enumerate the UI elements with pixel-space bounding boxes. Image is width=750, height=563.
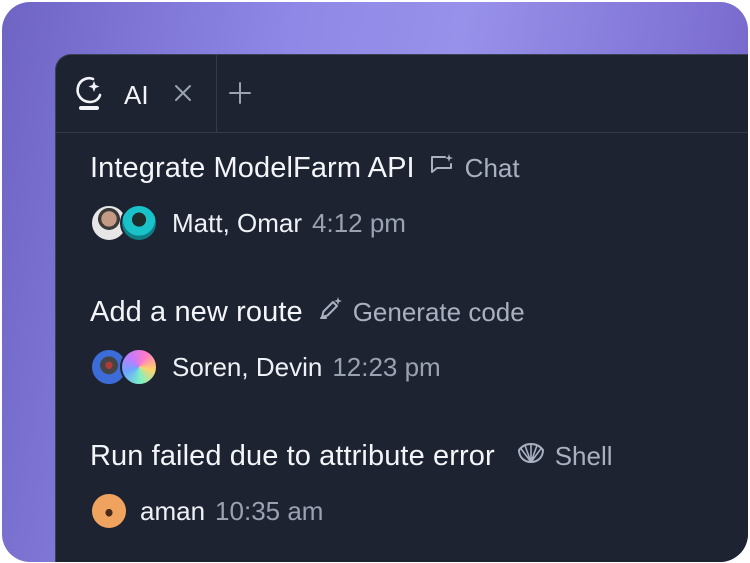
tab-bar: AI [56, 55, 748, 133]
participants: Soren, Devin [172, 351, 323, 382]
thread-type: Generate code [317, 296, 525, 329]
close-icon[interactable] [172, 82, 194, 104]
shell-icon [517, 440, 555, 473]
ai-panel: AI Integrate ModelFarm API Chat Matt, Om… [55, 54, 748, 562]
plus-icon[interactable] [228, 81, 252, 105]
timestamp: 10:35 am [215, 495, 324, 526]
avatar [120, 348, 158, 386]
participant-avatars [90, 204, 162, 242]
thread-type-label: Chat [464, 152, 520, 183]
pencil-sparkle-icon [317, 296, 353, 329]
thread-title: Integrate ModelFarm API [90, 151, 415, 184]
timestamp: 4:12 pm [312, 207, 406, 238]
thread-item[interactable]: Add a new route Generate code Soren, Dev… [90, 292, 730, 387]
thread-type-label: Shell [554, 440, 613, 471]
thread-item[interactable]: Integrate ModelFarm API Chat Matt, Omar … [90, 148, 730, 243]
app-frame: AI Integrate ModelFarm API Chat Matt, Om… [2, 2, 748, 562]
participants: Matt, Omar [172, 207, 303, 238]
thread-title: Run failed due to attribute error [90, 439, 495, 472]
thread-title: Add a new route [90, 295, 303, 328]
tab-ai[interactable]: AI [56, 55, 217, 132]
participant-avatars [90, 348, 162, 386]
thread-item[interactable]: Run failed due to attribute error Shell … [90, 436, 730, 531]
chat-icon [429, 152, 465, 185]
thread-type: Chat [429, 152, 520, 185]
participants: aman [140, 495, 206, 526]
timestamp: 12:23 pm [332, 351, 441, 382]
ai-sparkle-icon [74, 75, 104, 113]
avatar [90, 492, 128, 530]
thread-type: Shell [517, 440, 613, 473]
thread-type-label: Generate code [352, 296, 525, 327]
avatar [120, 204, 158, 242]
tab-label: AI [124, 80, 149, 110]
participant-avatars [90, 492, 130, 530]
